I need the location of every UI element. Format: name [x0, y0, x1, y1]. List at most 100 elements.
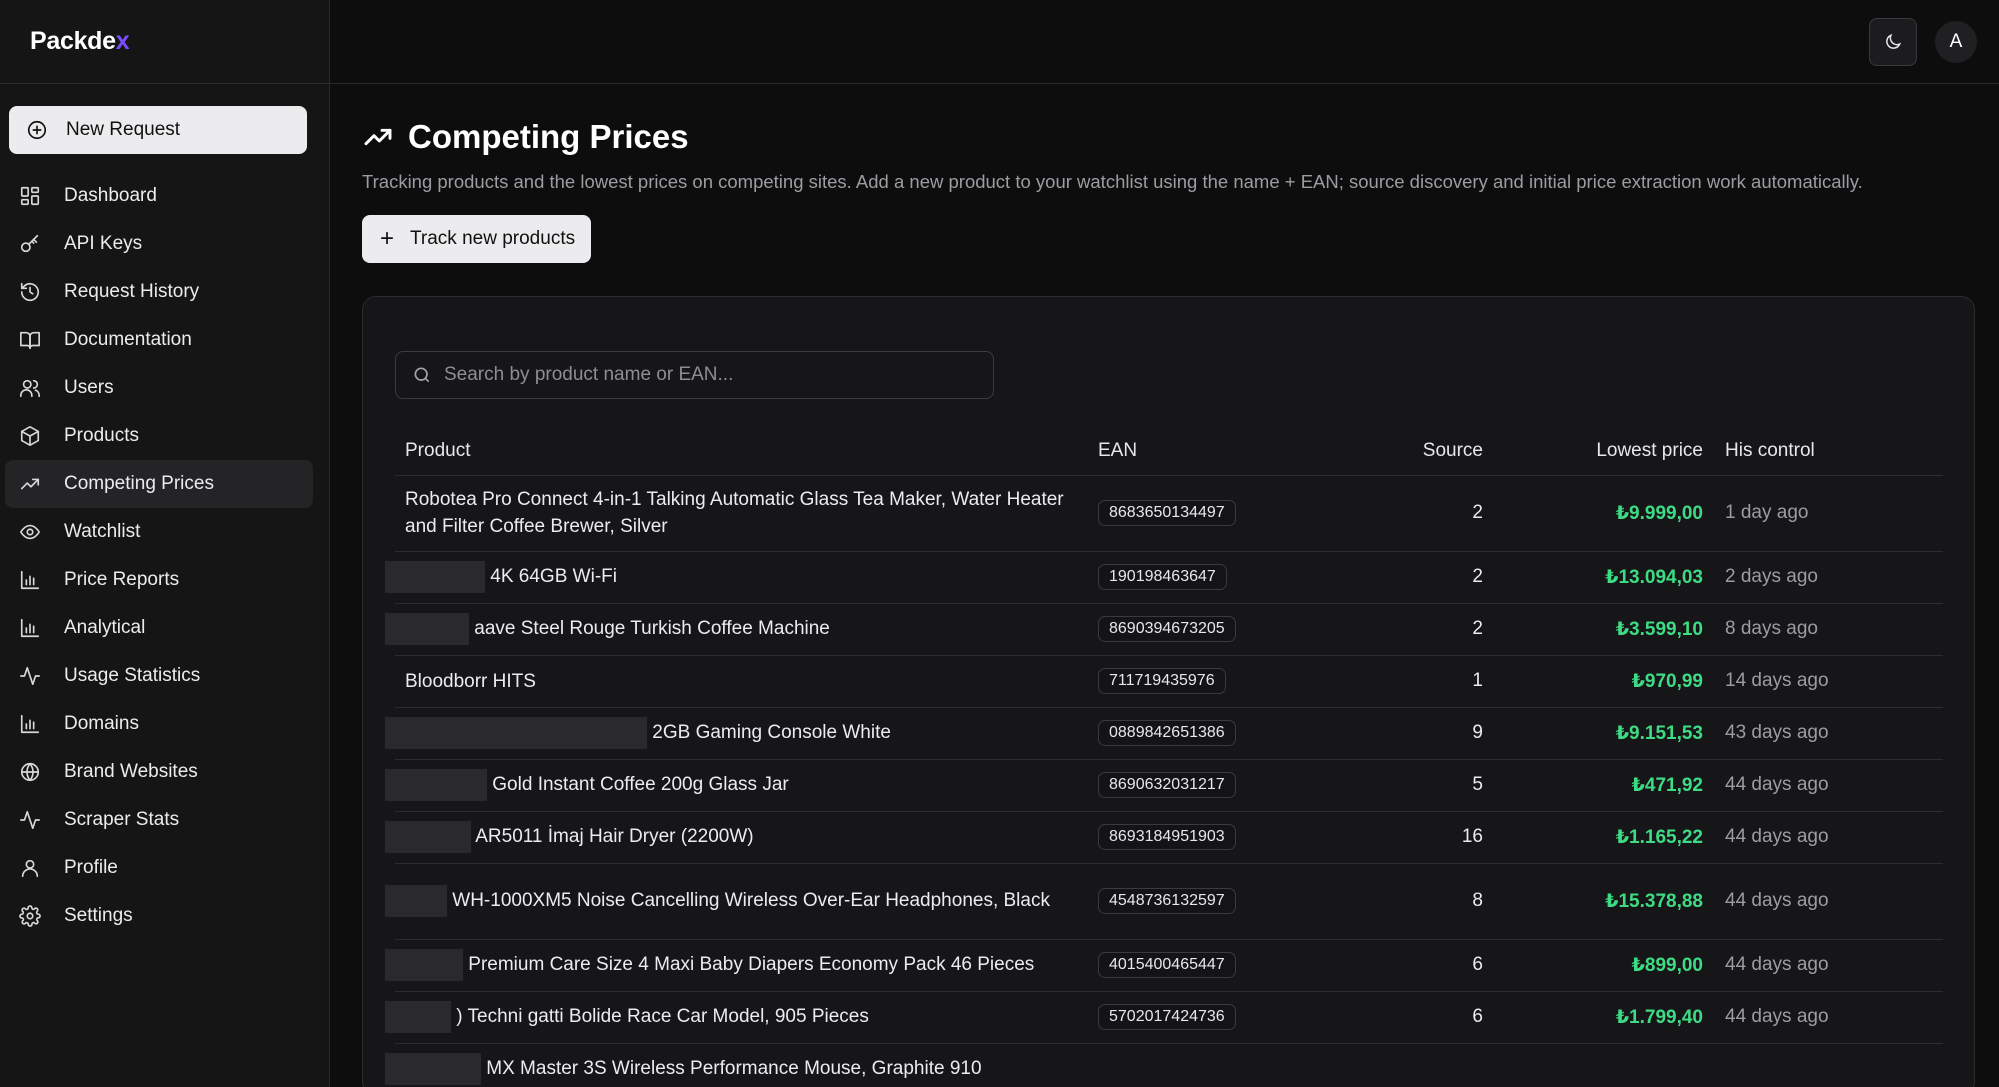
- table-row[interactable]: Gold Instant Coffee 200g Glass Jar 869063…: [385, 759, 1943, 812]
- sidebar-item-label: Products: [64, 425, 139, 446]
- sidebar-item-label: API Keys: [64, 233, 143, 254]
- table-row[interactable]: MX Master 3S Wireless Performance Mouse,…: [385, 1043, 1943, 1087]
- sidebar-item-analytical[interactable]: Analytical: [5, 604, 313, 652]
- search-box: [395, 351, 994, 399]
- cell-ean: 711719435976: [1088, 655, 1333, 708]
- sidebar-item-documentation[interactable]: Documentation: [5, 316, 313, 364]
- col-lowest-price[interactable]: Lowest price: [1493, 427, 1713, 476]
- ean-badge: 711719435976: [1098, 668, 1226, 694]
- sidebar-nav: Dashboard API Keys Request History Document…: [0, 172, 329, 940]
- table-row[interactable]: ) Techni gatti Bolide Race Car Model, 90…: [385, 991, 1943, 1044]
- brand-logo[interactable]: Packdex: [0, 0, 329, 84]
- cell-product: 2GB Gaming Console White: [385, 707, 1088, 760]
- moon-icon: [1886, 33, 1902, 49]
- sidebar-item-request-history[interactable]: Request History: [5, 268, 313, 316]
- topbar: A: [330, 0, 1999, 84]
- sidebar-item-settings[interactable]: Settings: [5, 892, 313, 940]
- package-icon: [19, 425, 41, 447]
- cell-source: 6: [1333, 939, 1493, 992]
- sidebar-item-competing-prices[interactable]: Competing Prices: [5, 460, 313, 508]
- cell-product: MX Master 3S Wireless Performance Mouse,…: [385, 1043, 1088, 1087]
- cell-ean: 8683650134497: [1088, 475, 1333, 552]
- table-row[interactable]: aave Steel Rouge Turkish Coffee Machine 8…: [385, 603, 1943, 656]
- sidebar-item-domains[interactable]: Domains: [5, 700, 313, 748]
- cell-lowest-price: ₺899,00: [1493, 939, 1713, 992]
- cell-ean: 8690632031217: [1088, 759, 1333, 812]
- sidebar-item-label: Settings: [64, 905, 133, 926]
- sidebar-item-profile[interactable]: Profile: [5, 844, 313, 892]
- dashboard-icon: [19, 185, 41, 207]
- sidebar-item-users[interactable]: Users: [5, 364, 313, 412]
- cell-ean: 190198463647: [1088, 551, 1333, 604]
- table-row[interactable]: Bloodborr HITS 711719435976 1 ₺970,99 14 day…: [395, 655, 1943, 708]
- ean-badge: 8683650134497: [1098, 500, 1236, 526]
- table-row[interactable]: Premium Care Size 4 Maxi Baby Diapers Ec…: [385, 939, 1943, 992]
- book-icon: [19, 329, 41, 351]
- cell-product: AR5011 İmaj Hair Dryer (2200W): [385, 811, 1088, 864]
- trending-up-icon: [19, 473, 41, 495]
- table-body: Robotea Pro Connect 4-in-1 Talking Autom…: [385, 475, 1943, 1087]
- table-row[interactable]: WH-1000XM5 Noise Cancelling Wireless Ove…: [385, 863, 1943, 940]
- cell-his-control: 44 days ago: [1713, 863, 1943, 940]
- sidebar-item-label: Competing Prices: [64, 473, 214, 494]
- key-icon: [19, 233, 41, 255]
- cell-lowest-price: ₺970,99: [1493, 655, 1713, 708]
- trending-up-icon: [364, 128, 392, 146]
- theme-toggle-button[interactable]: [1869, 17, 1917, 66]
- cell-source: 16: [1333, 811, 1493, 864]
- cell-his-control: 1 day ago: [1713, 475, 1943, 552]
- users-icon: [19, 377, 41, 399]
- cell-his-control: 8 days ago: [1713, 603, 1943, 656]
- redacted-block: [385, 769, 487, 801]
- col-source[interactable]: Source: [1333, 427, 1493, 476]
- ean-badge: 5702017424736: [1098, 1004, 1236, 1030]
- prices-card: Product EAN Source Lowest price His cont…: [362, 296, 1975, 1087]
- cell-product: Bloodborr HITS: [395, 655, 1088, 708]
- sidebar-item-label: Dashboard: [64, 185, 157, 206]
- new-request-button[interactable]: New Request: [9, 106, 307, 154]
- col-his-control[interactable]: His control: [1713, 427, 1943, 476]
- cell-his-control: 44 days ago: [1713, 939, 1943, 992]
- sidebar-item-brand-websites[interactable]: Brand Websites: [5, 748, 313, 796]
- table-row[interactable]: AR5011 İmaj Hair Dryer (2200W) 8693184951…: [385, 811, 1943, 864]
- search-input[interactable]: [444, 364, 984, 386]
- user-icon: [19, 857, 41, 879]
- col-product[interactable]: Product: [395, 427, 1088, 476]
- sidebar-item-scraper-stats[interactable]: Scraper Stats: [5, 796, 313, 844]
- sidebar-item-watchlist[interactable]: Watchlist: [5, 508, 313, 556]
- cell-source: 2: [1333, 551, 1493, 604]
- sidebar-item-label: Brand Websites: [64, 761, 198, 782]
- avatar[interactable]: A: [1935, 20, 1977, 63]
- sidebar-item-api-keys[interactable]: API Keys: [5, 220, 313, 268]
- cell-source: 8: [1333, 863, 1493, 940]
- redacted-block: [385, 1053, 481, 1085]
- sidebar-item-label: Analytical: [64, 617, 146, 638]
- sidebar-item-dashboard[interactable]: Dashboard: [5, 172, 313, 220]
- main-area: A Competing Prices Tracking products and…: [330, 0, 1999, 1087]
- redacted-block: [385, 613, 469, 645]
- sidebar: Packdex New Request Dashboard API Keys Req…: [0, 0, 330, 1087]
- ean-badge: 4015400465447: [1098, 952, 1236, 978]
- cell-his-control: 44 days ago: [1713, 991, 1943, 1044]
- col-ean[interactable]: EAN: [1088, 427, 1333, 476]
- cell-product: ) Techni gatti Bolide Race Car Model, 90…: [385, 991, 1088, 1044]
- redacted-block: [385, 561, 485, 593]
- sidebar-item-price-reports[interactable]: Price Reports: [5, 556, 313, 604]
- table-row[interactable]: Robotea Pro Connect 4-in-1 Talking Autom…: [395, 475, 1943, 552]
- cell-lowest-price: ₺15.378,88: [1493, 863, 1713, 940]
- bar-chart-icon: [19, 713, 41, 735]
- activity-icon: [19, 665, 41, 687]
- table-row[interactable]: 4K 64GB Wi-Fi 190198463647 2 ₺13.094,03 2 da…: [385, 551, 1943, 604]
- table-row[interactable]: 2GB Gaming Console White 0889842651386 9 ₺9…: [385, 707, 1943, 760]
- cell-product: aave Steel Rouge Turkish Coffee Machine: [385, 603, 1088, 656]
- sidebar-item-products[interactable]: Products: [5, 412, 313, 460]
- cell-lowest-price: ₺1.799,40: [1493, 991, 1713, 1044]
- page-header: Competing Prices: [362, 118, 1975, 156]
- sidebar-item-usage-statistics[interactable]: Usage Statistics: [5, 652, 313, 700]
- cell-ean: 8690394673205: [1088, 603, 1333, 656]
- ean-badge: 4548736132597: [1098, 888, 1236, 914]
- sidebar-item-label: Usage Statistics: [64, 665, 201, 686]
- track-new-products-button[interactable]: + Track new products: [362, 215, 592, 263]
- activity-icon: [19, 809, 41, 831]
- globe-icon: [19, 761, 41, 783]
